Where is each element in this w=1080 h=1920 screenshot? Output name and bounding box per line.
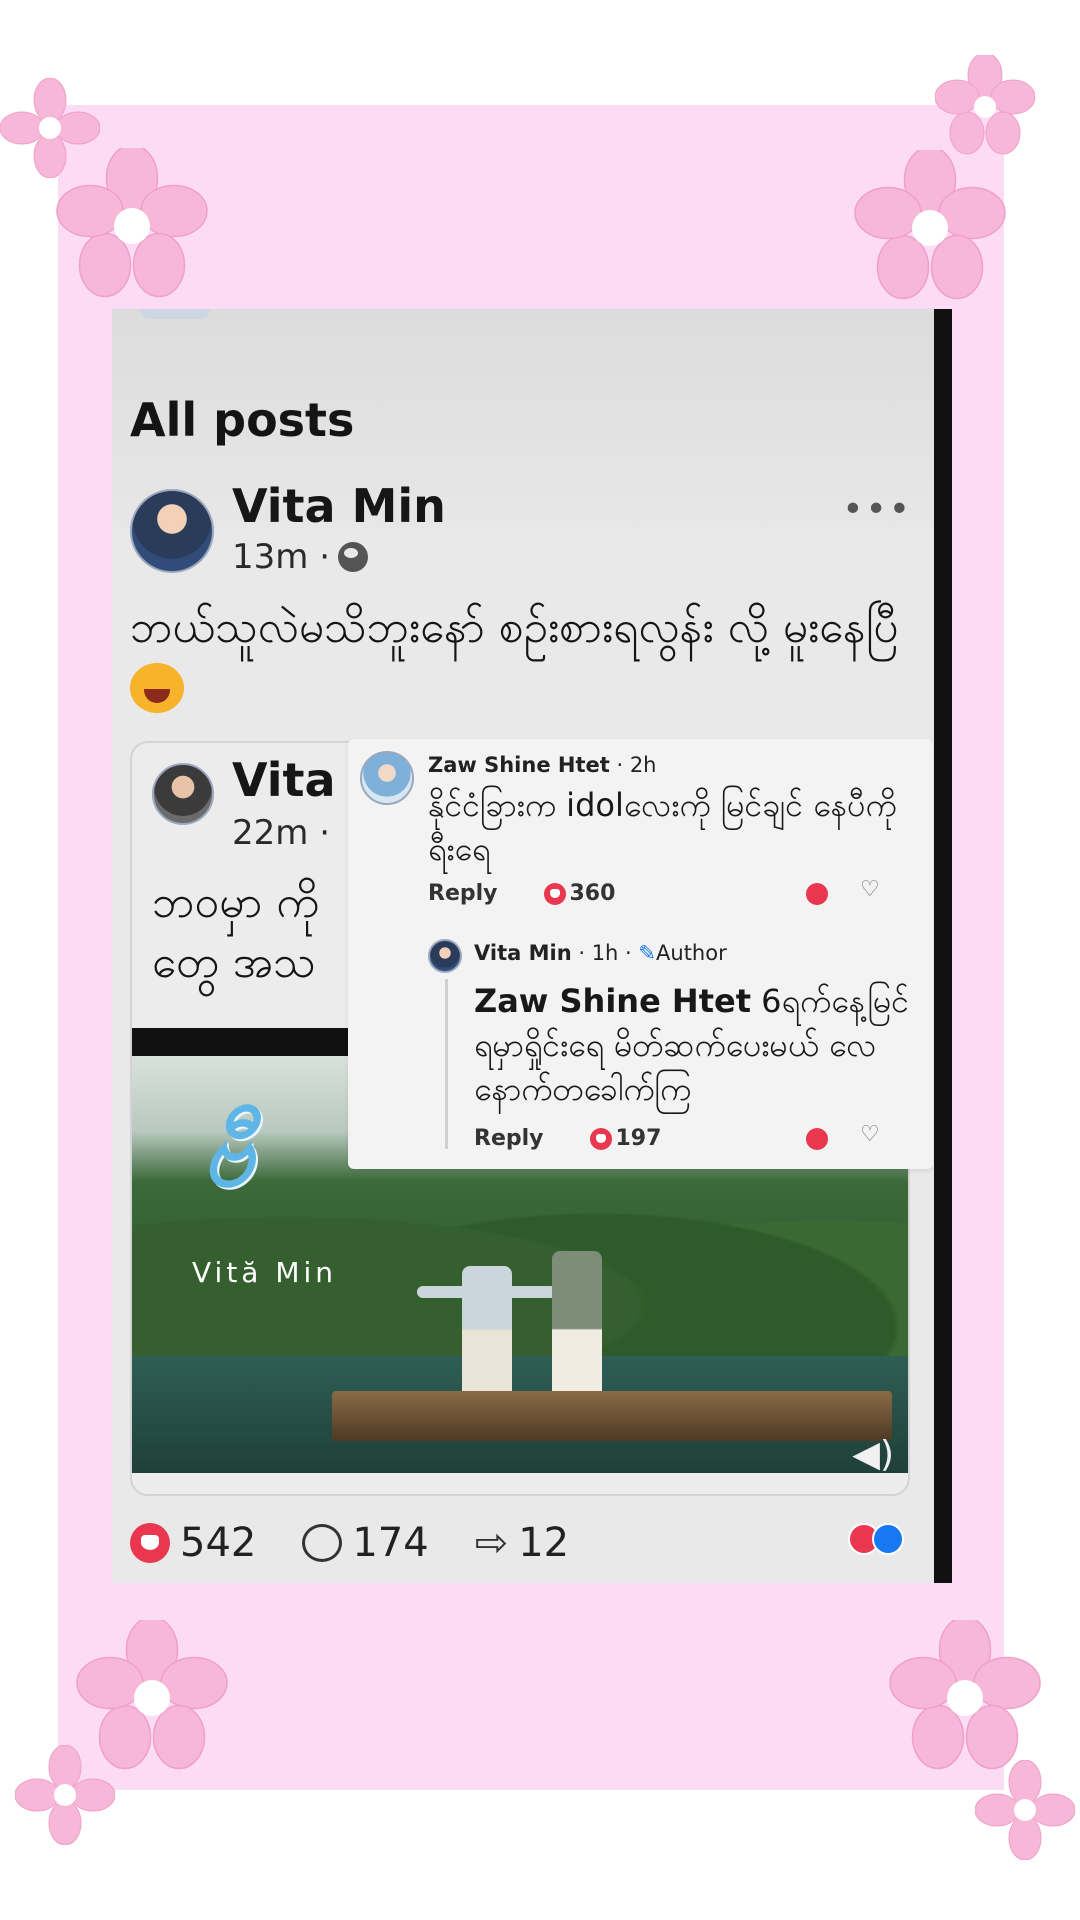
reply-reply-button[interactable]: Reply xyxy=(474,1126,544,1151)
comments-overlay: Zaw Shine Htet · 2h နိုင်ငံခြားက idolလေး… xyxy=(348,739,933,1169)
reply-author[interactable]: Vita Min xyxy=(474,941,572,965)
comment-count: 174 xyxy=(352,1520,429,1566)
screen-edge xyxy=(934,309,952,1583)
like-button[interactable]: 542 xyxy=(130,1520,256,1566)
reply-reaction-count: 197 xyxy=(615,1126,662,1151)
heart-icon xyxy=(130,1523,170,1563)
reply-actions: Reply 197 xyxy=(474,1126,661,1151)
post-author-name[interactable]: Vita Min xyxy=(232,479,446,533)
globe-icon xyxy=(338,542,368,572)
reply-mention[interactable]: Zaw Shine Htet xyxy=(474,982,751,1020)
comment-text: နိုင်ငံခြားက idolလေးကို မြင်ချင် နေပီကို… xyxy=(428,786,897,868)
thread-line xyxy=(445,979,448,1149)
comment-time: · 2h xyxy=(616,753,657,777)
like-reaction-icon xyxy=(872,1523,904,1555)
comment-button[interactable]: 174 xyxy=(302,1520,429,1566)
reply-button[interactable]: Reply xyxy=(428,881,498,906)
heart-reaction-icon xyxy=(543,882,566,905)
flower-decoration-bottom-right-small xyxy=(975,1760,1075,1860)
dislike-icon[interactable]: ♡ xyxy=(860,1122,880,1147)
flower-decoration-top-right-small xyxy=(935,55,1035,155)
heart-react-button-icon[interactable] xyxy=(806,1128,828,1150)
comment-header: Zaw Shine Htet · 2h xyxy=(428,753,657,777)
commenter-avatar[interactable] xyxy=(360,751,414,805)
sound-icon[interactable]: ◀) xyxy=(852,1434,894,1475)
person-right xyxy=(552,1251,602,1406)
post-action-bar: 542 174 ⇨ 12 xyxy=(130,1515,930,1571)
video-logo-text: Vită Min xyxy=(192,1256,338,1289)
heart-react-button-icon[interactable] xyxy=(806,883,828,905)
shared-post-time: 22m · xyxy=(232,813,330,853)
person-left xyxy=(462,1266,512,1406)
flower-decoration-bottom-right xyxy=(889,1620,1041,1770)
share-count: 12 xyxy=(518,1520,570,1566)
comment-actions: Reply 360 xyxy=(428,881,615,906)
post-time: 13m · xyxy=(232,537,330,577)
reply-header: Vita Min · 1h · ✎Author xyxy=(474,941,727,965)
top-tab-pill xyxy=(140,309,210,319)
reply-text: Zaw Shine Htet 6ရက်နေ့မြင် ရမှာရှိုင်းရေ… xyxy=(474,979,914,1111)
flower-decoration-top-right xyxy=(854,150,1006,300)
section-title: All posts xyxy=(130,393,355,447)
reaction-count: 360 xyxy=(569,881,616,906)
post-body: ဘယ်သူလဲမသိဘူးနော် စဉ်းစားရလွန်း လို့ မူး… xyxy=(130,602,899,653)
boat xyxy=(332,1391,892,1441)
comment-author[interactable]: Zaw Shine Htet xyxy=(428,753,610,777)
share-button[interactable]: ⇨ 12 xyxy=(475,1520,569,1566)
share-arrow-icon: ⇨ xyxy=(474,1520,509,1566)
crying-laughing-cat-emoji-icon xyxy=(130,663,184,713)
shared-author-avatar[interactable] xyxy=(152,763,214,825)
pencil-icon: ✎ xyxy=(638,941,657,965)
reply-time: · 1h · xyxy=(578,941,632,965)
flower-decoration-bottom-left-small xyxy=(15,1745,115,1845)
reply-author-avatar[interactable] xyxy=(428,939,462,973)
reaction-summary[interactable] xyxy=(848,1523,904,1555)
phone-screenshot: All posts Vita Min 13m · ••• ဘယ်သူလဲမသိဘ… xyxy=(112,309,952,1583)
author-badge: Author xyxy=(656,941,727,965)
flower-decoration-top-left xyxy=(56,148,208,298)
dislike-icon[interactable]: ♡ xyxy=(860,877,880,902)
heart-reaction-icon xyxy=(589,1127,612,1150)
post-text: ဘယ်သူလဲမသိဘူးနော် စဉ်းစားရလွန်း လို့ မူး… xyxy=(130,599,910,715)
more-options-icon[interactable]: ••• xyxy=(842,489,912,530)
video-logo-mark: ဗီ xyxy=(202,1102,254,1207)
comment-bubble-icon xyxy=(302,1524,343,1562)
post-author-avatar[interactable] xyxy=(130,489,214,573)
post-meta: 13m · xyxy=(232,537,368,577)
like-count: 542 xyxy=(180,1520,257,1566)
